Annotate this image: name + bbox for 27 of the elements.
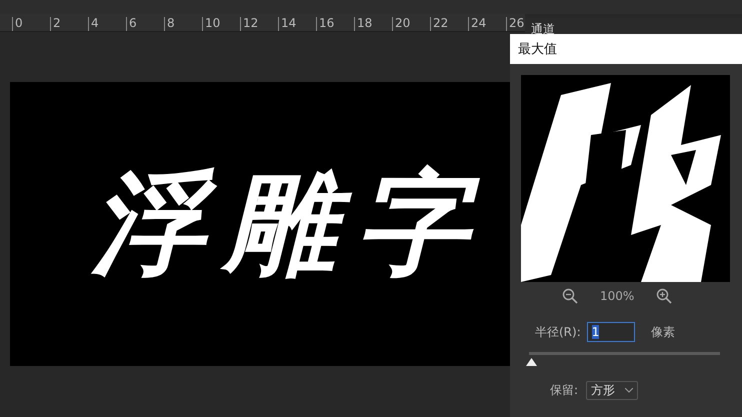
slider-thumb[interactable] <box>526 358 537 366</box>
ruler-number: 0 <box>14 17 23 29</box>
zoom-in-icon[interactable] <box>656 288 672 304</box>
keep-label: 保留: <box>550 382 578 399</box>
chevron-icon <box>625 388 634 393</box>
radius-field[interactable]: 1 <box>586 322 635 342</box>
ruler-number: 14 <box>280 17 296 29</box>
ruler-number: 8 <box>166 17 175 29</box>
ruler-number: 6 <box>128 17 137 29</box>
ruler-number: 10 <box>204 17 220 29</box>
keep-dropdown[interactable]: 方形 <box>586 381 638 400</box>
ruler-number: 2 <box>52 17 61 29</box>
radius-label: 半径(R): <box>535 324 581 340</box>
ruler-number: 16 <box>318 17 334 29</box>
dialog-title: 最大值 <box>518 41 557 58</box>
zoom-level: 100% <box>600 289 634 303</box>
canvas-text: 浮雕字 <box>92 158 488 290</box>
ruler-number: 24 <box>470 17 486 29</box>
zoom-out-icon[interactable] <box>562 288 578 304</box>
ruler-number: 26 <box>508 17 524 29</box>
ruler-number: 18 <box>356 17 372 29</box>
ruler-number: 4 <box>90 17 99 29</box>
ruler-number: 22 <box>432 17 448 29</box>
ruler-number: 12 <box>242 17 258 29</box>
ruler-number: 20 <box>394 17 410 29</box>
panel-tab[interactable]: 通道 <box>531 22 555 36</box>
unit-label: 像素 <box>650 324 675 340</box>
